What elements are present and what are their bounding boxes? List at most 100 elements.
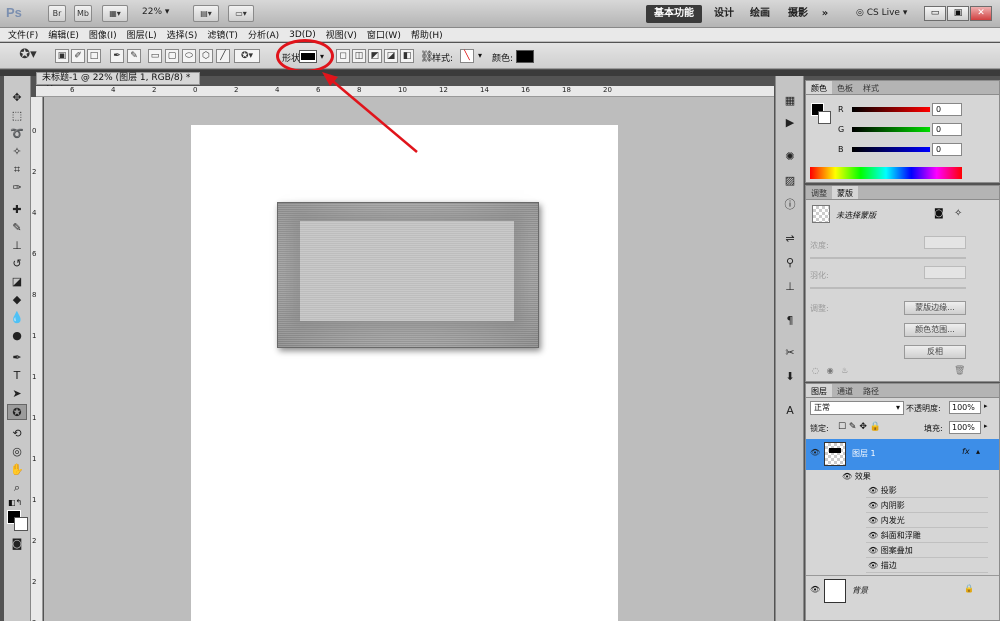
layer1-fx-icon[interactable]: fx (962, 447, 970, 456)
blue-slider[interactable] (852, 147, 930, 152)
effect-drop-shadow[interactable]: 👁 投影 (866, 484, 988, 498)
invert-button[interactable]: 反相 (904, 345, 966, 359)
layer-row-background[interactable]: 👁 背景 🔒 (806, 575, 999, 605)
intersect-shape-button[interactable]: ◪ (384, 49, 398, 63)
color-spectrum-bar[interactable] (810, 167, 962, 179)
menu-3d[interactable]: 3D(D) (289, 30, 316, 40)
density-input[interactable] (924, 236, 966, 249)
eraser-tool-icon[interactable]: ◪ (7, 274, 27, 290)
info-panel-icon[interactable]: ⓘ (782, 198, 798, 212)
clone-stamp-icon[interactable]: ⊥ (7, 238, 27, 254)
workspace-paint-button[interactable]: 绘画 (746, 5, 774, 23)
tab-color[interactable]: 颜色 (806, 81, 832, 94)
density-slider[interactable] (810, 257, 966, 259)
effect-pattern-overlay[interactable]: 👁 图案叠加 (866, 544, 988, 558)
document-canvas[interactable] (191, 125, 618, 621)
effect-bevel-emboss[interactable]: 👁 斜面和浮雕 (866, 529, 988, 543)
tab-layers[interactable]: 图层 (806, 384, 832, 397)
lasso-tool-icon[interactable]: ➰ (7, 126, 27, 142)
pixel-mask-icon[interactable]: ◙ (934, 208, 944, 219)
effect-stroke[interactable]: 👁 描边 (866, 559, 988, 573)
menu-window[interactable]: 窗口(W) (367, 28, 401, 41)
tool-preset-picker[interactable]: ✪▾ (14, 48, 42, 63)
menu-filter[interactable]: 滤镜(T) (207, 28, 238, 41)
effect-eye-icon[interactable]: 👁 (868, 531, 881, 540)
feather-input[interactable] (924, 266, 966, 279)
menu-layer[interactable]: 图层(L) (127, 28, 157, 41)
effect-eye-icon[interactable]: 👁 (868, 486, 881, 495)
polygon-tool-button[interactable]: ⬡ (199, 49, 213, 63)
vector-mask-icon[interactable]: ✧ (954, 208, 962, 219)
layer1-expand-icon[interactable]: ▴ (976, 447, 980, 456)
path-selection-icon[interactable]: ➤ (7, 386, 27, 402)
quick-selection-icon[interactable]: ✧ (7, 144, 27, 160)
arrange-documents-button[interactable]: ▤▾ (193, 5, 219, 22)
menu-image[interactable]: 图像(I) (89, 28, 117, 41)
cs-live-button[interactable]: ◎ CS Live ▾ (856, 8, 907, 18)
vertical-ruler[interactable]: 0246811111222 (31, 97, 43, 621)
tab-channels[interactable]: 通道 (832, 384, 858, 397)
beveled-rectangle-shape[interactable] (277, 202, 539, 348)
zoom-tool-icon[interactable]: ⌕ (7, 480, 27, 496)
opacity-input[interactable]: 100% (949, 401, 981, 414)
hand-tool-icon[interactable]: ✋ (7, 462, 27, 478)
marquee-tool-icon[interactable]: ⬚ (7, 108, 27, 124)
exclude-shape-button[interactable]: ◧ (400, 49, 414, 63)
healing-brush-icon[interactable]: ✚ (7, 202, 27, 218)
tab-swatches[interactable]: 色板 (832, 81, 858, 94)
layer-row-layer1[interactable]: 👁 图层 1 fx ▴ (806, 439, 999, 470)
red-value-input[interactable]: 0 (932, 103, 962, 116)
background-visibility-eye-icon[interactable]: 👁 (810, 585, 820, 594)
effect-eye-icon[interactable]: 👁 (868, 501, 881, 510)
fill-pixels-button[interactable]: □ (87, 49, 101, 63)
style-picker-arrow-icon[interactable]: ▾ (478, 51, 482, 60)
workspace-design-button[interactable]: 设计 (710, 5, 738, 23)
green-slider[interactable] (852, 127, 930, 132)
blue-value-input[interactable]: 0 (932, 143, 962, 156)
brush-tool-icon[interactable]: ✎ (7, 220, 27, 236)
mini-bridge-button[interactable]: Mb (74, 5, 92, 22)
rectangle-tool-button[interactable]: ▭ (148, 49, 162, 63)
effect-inner-shadow[interactable]: 👁 内阴影 (866, 499, 988, 513)
actions-panel-icon[interactable]: ▶ (782, 116, 798, 130)
effect-eye-icon[interactable]: 👁 (868, 516, 881, 525)
feather-slider[interactable] (810, 287, 966, 289)
move-tool-icon[interactable]: ✥ (7, 90, 27, 106)
shape-layers-button[interactable]: ▣ (55, 49, 69, 63)
effect-eye-icon[interactable]: 👁 (868, 546, 881, 555)
3d-panel-icon[interactable]: ✺ (782, 150, 798, 164)
type-tool-icon[interactable]: T (7, 368, 27, 384)
menu-analysis[interactable]: 分析(A) (248, 28, 279, 41)
minimize-button[interactable]: ▭ (924, 6, 946, 21)
fill-input[interactable]: 100% (949, 421, 981, 434)
restore-button[interactable]: ▣ (947, 6, 969, 21)
tab-paths[interactable]: 路径 (858, 384, 884, 397)
crop-tool-icon[interactable]: ⌗ (7, 162, 27, 178)
effect-inner-glow[interactable]: 👁 内发光 (866, 514, 988, 528)
add-shape-button[interactable]: ◫ (352, 49, 366, 63)
eyedropper-tool-icon[interactable]: ✑ (7, 180, 27, 196)
3d-rotate-icon[interactable]: ⟲ (7, 426, 27, 442)
new-shape-layer-button[interactable]: ◻ (336, 49, 350, 63)
character-panel-icon[interactable]: A (782, 404, 798, 418)
custom-shape-button[interactable]: ✪▾ (234, 49, 260, 63)
launch-bridge-button[interactable]: Br (48, 5, 66, 22)
effects-eye-icon[interactable]: 👁 (842, 472, 855, 481)
brush-presets-icon[interactable]: ⇌ (782, 232, 798, 246)
quick-mask-icon[interactable]: ◙ (7, 536, 27, 552)
tab-styles[interactable]: 样式 (858, 81, 884, 94)
background-color-swatch[interactable] (14, 517, 28, 531)
document-tab[interactable]: 未标题-1 @ 22% (图层 1, RGB/8) * ✕ (36, 72, 200, 94)
tab-masks[interactable]: 蒙版 (832, 186, 858, 199)
pen-tool-icon[interactable]: ✒ (7, 350, 27, 366)
paint-bucket-icon[interactable]: ◆ (7, 292, 27, 308)
default-colors-icon[interactable]: ◧↰ (8, 498, 22, 507)
more-workspaces-button[interactable]: » (818, 5, 832, 23)
screen-mode-button[interactable]: ▭▾ (228, 5, 254, 22)
ellipse-tool-button[interactable]: ⬭ (182, 49, 196, 63)
green-value-input[interactable]: 0 (932, 123, 962, 136)
workspace-photo-button[interactable]: 摄影 (784, 5, 812, 23)
blur-tool-icon[interactable]: 💧 (7, 310, 27, 326)
lock-icons[interactable]: ☐ ✎ ✥ 🔒 (838, 422, 881, 432)
view-extras-button[interactable]: ▦▾ (102, 5, 128, 22)
